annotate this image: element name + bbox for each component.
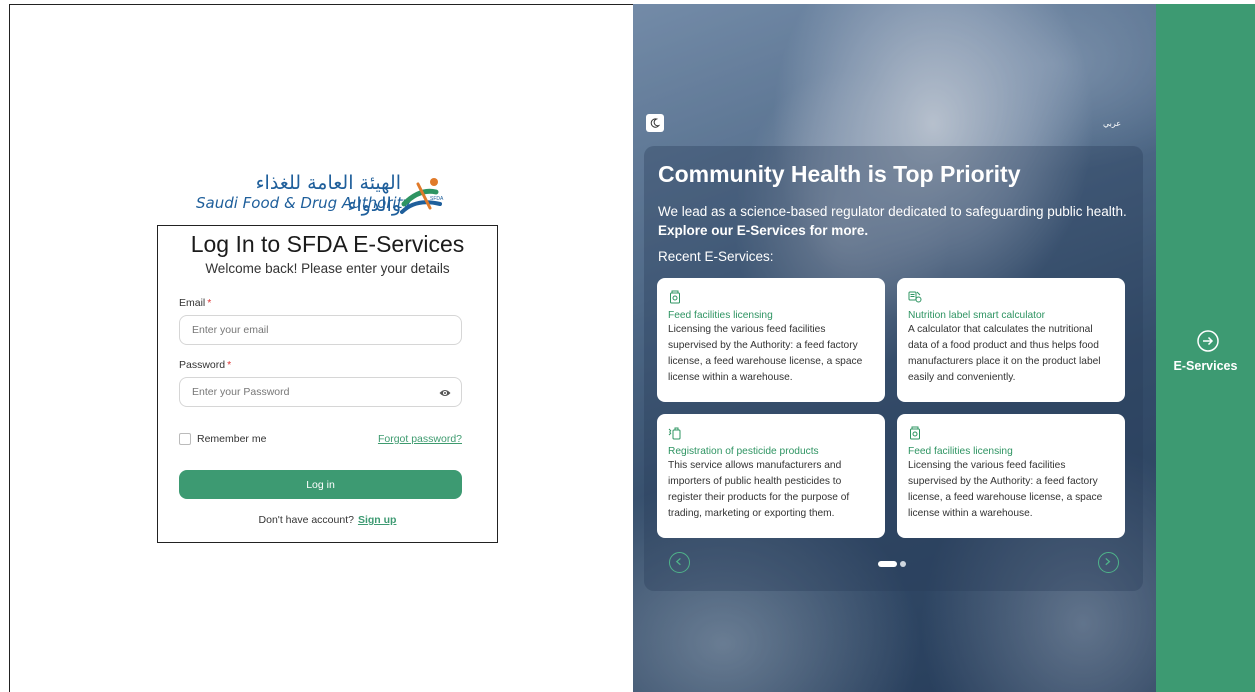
carousel-pagination	[878, 561, 906, 567]
email-label-text: Email	[179, 297, 206, 309]
logo-english-text: Saudi Food & Drug Authority	[196, 194, 412, 212]
password-label-text: Password	[179, 359, 226, 371]
login-card: Log In to SFDA E-Services Welcome back! …	[157, 225, 498, 543]
sfda-logo-icon: SFDA	[400, 178, 444, 214]
service-title: Registration of pesticide products	[668, 446, 819, 457]
service-card[interactable]: Feed facilities licensing Licensing the …	[897, 414, 1125, 538]
password-label: Password *	[179, 359, 231, 371]
hero-explore-text: Explore our E-Services for more.	[658, 223, 869, 238]
service-card[interactable]: Registration of pesticide products This …	[657, 414, 885, 538]
eye-icon[interactable]	[439, 387, 451, 399]
password-field[interactable]	[180, 378, 461, 406]
forgot-password-link[interactable]: Forgot password?	[378, 433, 462, 445]
remember-me[interactable]: Remember me	[179, 433, 266, 445]
chevron-left-icon	[675, 557, 681, 566]
email-required-mark: *	[207, 297, 212, 309]
carousel-dot[interactable]	[900, 561, 906, 567]
arrow-right-circle-icon	[1197, 330, 1219, 352]
sfda-logo: الهيئة العامة للغذاء والدواء Saudi Food …	[196, 172, 446, 218]
nutrition-calculator-icon	[908, 291, 922, 303]
password-field-wrapper	[179, 377, 462, 407]
hero-title: Community Health is Top Priority	[658, 161, 1021, 187]
service-title: Nutrition label smart calculator	[908, 310, 1046, 321]
service-title: Feed facilities licensing	[908, 446, 1013, 457]
chevron-right-icon	[1105, 557, 1111, 566]
email-field[interactable]	[180, 316, 461, 344]
language-toggle[interactable]: عربي	[1103, 119, 1121, 128]
service-card[interactable]: Feed facilities licensing Licensing the …	[657, 278, 885, 402]
e-services-sidebar[interactable]: E-Services	[1156, 4, 1255, 692]
logo-mark-text: SFDA	[430, 196, 444, 202]
no-account-text: Don't have account?	[258, 514, 354, 526]
service-description: Licensing the various feed facilities su…	[908, 460, 1103, 519]
service-description: Licensing the various feed facilities su…	[668, 324, 863, 383]
password-required-mark: *	[227, 359, 232, 371]
e-services-label: E-Services	[1173, 359, 1238, 373]
remember-me-label: Remember me	[197, 433, 267, 445]
service-title: Feed facilities licensing	[668, 310, 773, 321]
service-description: A calculator that calculates the nutriti…	[908, 324, 1101, 383]
pesticide-icon	[668, 427, 681, 440]
email-label: Email *	[179, 297, 211, 309]
carousel-dot-active[interactable]	[878, 561, 897, 567]
service-description: This service allows manufacturers and im…	[668, 460, 850, 519]
hero-panel: Community Health is Top Priority We lead…	[644, 146, 1143, 591]
login-title: Log In to SFDA E-Services	[190, 231, 465, 257]
moon-icon	[650, 118, 661, 128]
feed-bag-icon	[910, 426, 920, 440]
recent-services-label: Recent E-Services:	[658, 249, 774, 264]
carousel-prev-button[interactable]	[669, 552, 690, 573]
signup-row: Don't have account? Sign up	[158, 514, 497, 526]
theme-toggle-button[interactable]	[646, 114, 664, 132]
email-field-wrapper	[179, 315, 462, 345]
hero-background: عربي Community Health is Top Priority We…	[633, 4, 1156, 692]
feed-bag-icon	[670, 290, 680, 304]
signup-link[interactable]: Sign up	[358, 514, 397, 526]
hero-description: We lead as a science-based regulator ded…	[658, 204, 1127, 219]
remember-me-checkbox[interactable]	[179, 433, 191, 445]
login-button[interactable]: Log in	[179, 470, 462, 499]
service-card[interactable]: Nutrition label smart calculator A calcu…	[897, 278, 1125, 402]
carousel-next-button[interactable]	[1098, 552, 1119, 573]
login-subtitle: Welcome back! Please enter your details	[205, 261, 450, 276]
